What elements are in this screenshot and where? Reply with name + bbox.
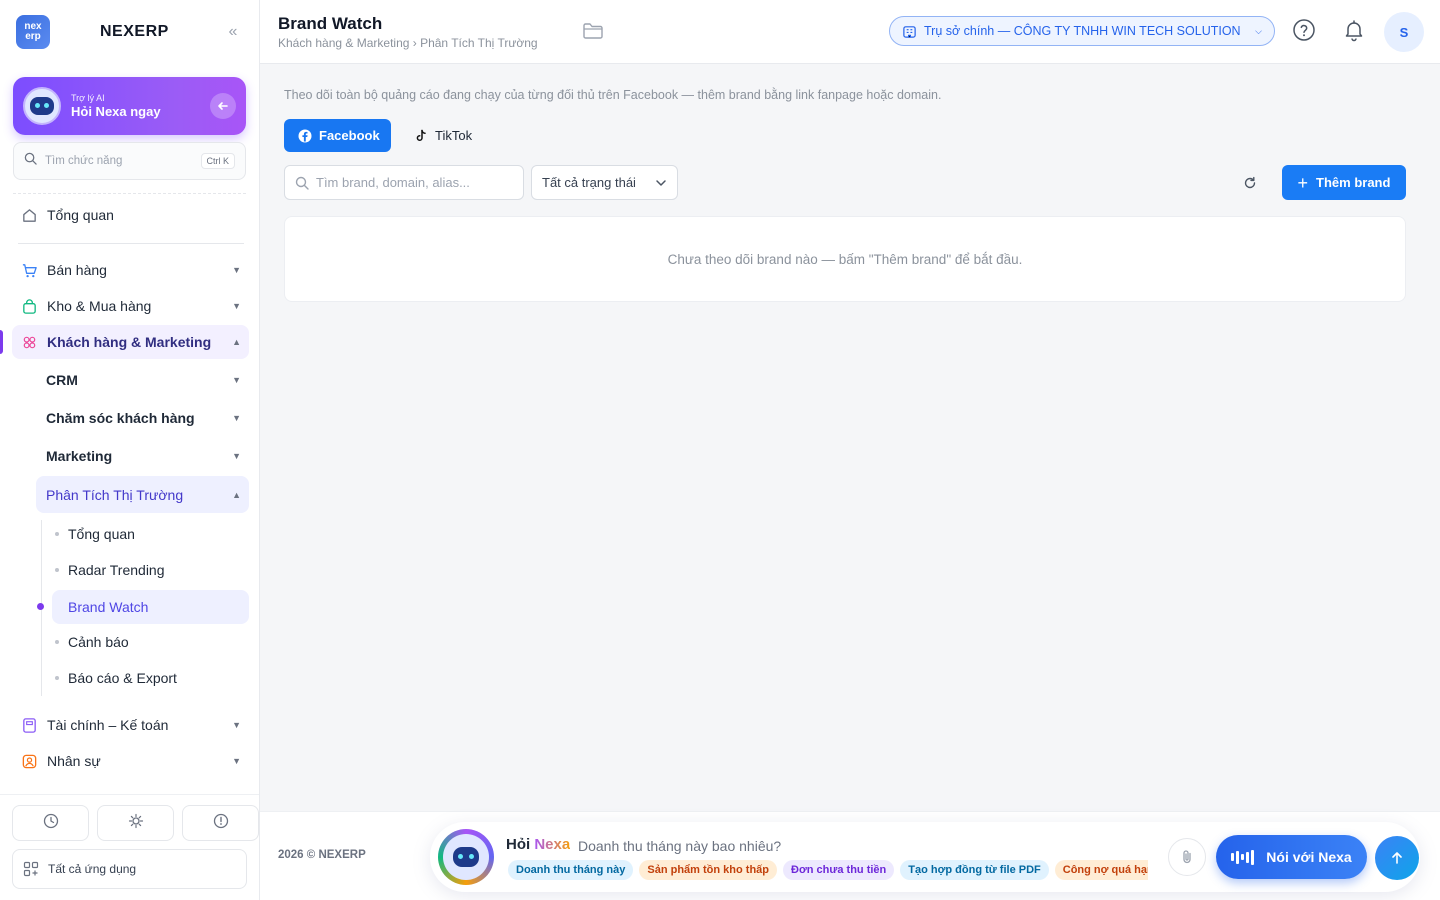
suggestion-chip[interactable]: Công nợ quá hạn <box>1054 860 1148 880</box>
ai-card-title: Hỏi Nexa ngay <box>71 104 161 119</box>
theme-button[interactable] <box>97 805 174 841</box>
sidebar-item-reports-export[interactable]: Báo cáo & Export <box>52 661 249 695</box>
page-title: Brand Watch <box>278 14 383 33</box>
sidebar-item-brand-watch[interactable]: Brand Watch <box>52 590 249 624</box>
sidebar-item-hr[interactable]: Nhân sự ▼ <box>12 744 249 778</box>
nexa-assistant-bar: Hỏi Nexa Doanh thu tháng này bao nhiêu? … <box>430 822 1420 892</box>
sidebar-item-sales[interactable]: Bán hàng ▼ <box>12 253 249 287</box>
nexa-question-input[interactable]: Doanh thu tháng này bao nhiêu? <box>578 838 781 854</box>
refresh-icon[interactable] <box>1240 173 1260 193</box>
empty-state-text: Chưa theo dõi brand nào — bấm "Thêm bran… <box>667 251 1023 267</box>
voice-wave-icon <box>1231 849 1256 865</box>
page-description: Theo dõi toàn bộ quảng cáo đang chạy của… <box>284 88 942 102</box>
sidebar-item-radar-trending[interactable]: Radar Trending <box>52 553 249 587</box>
folder-icon[interactable] <box>582 21 604 46</box>
history-button[interactable] <box>12 805 89 841</box>
function-search[interactable]: Tìm chức năng Ctrl K <box>13 142 246 180</box>
divider <box>13 193 246 194</box>
sidebar-item-customer-marketing[interactable]: Khách hàng & Marketing ▲ <box>12 325 249 359</box>
bell-icon[interactable] <box>1342 18 1368 44</box>
person-icon <box>20 752 38 770</box>
arrow-left-icon[interactable] <box>210 93 236 119</box>
plus-icon: + <box>1297 172 1309 193</box>
tiktok-icon <box>414 129 428 143</box>
sidebar-header: nex erp NEXERP « <box>0 0 259 64</box>
suggestion-chip[interactable]: Sản phẩm tồn kho thấp <box>639 860 778 880</box>
empty-state: Chưa theo dõi brand nào — bấm "Thêm bran… <box>284 216 1406 302</box>
suggestion-chip[interactable]: Đơn chưa thu tiền <box>783 860 895 880</box>
feedback-button[interactable] <box>182 805 259 841</box>
sidebar-item-customer-care[interactable]: Chăm sóc khách hàng ▼ <box>36 401 249 435</box>
alert-circle-icon <box>213 813 229 834</box>
brand-search-input[interactable] <box>316 175 506 190</box>
chevron-down-icon: ▼ <box>232 451 241 461</box>
suggestion-chip[interactable]: Tạo hợp đồng từ file PDF <box>900 860 1049 880</box>
ask-nexa-label: Hỏi Nexa <box>506 836 571 853</box>
sidebar-item-inventory[interactable]: Kho & Mua hàng ▼ <box>12 289 249 323</box>
users-icon <box>20 333 38 351</box>
sidebar-item-market-overview[interactable]: Tổng quan <box>52 517 249 551</box>
chevron-down-icon: ▼ <box>232 756 241 766</box>
home-icon <box>20 206 38 224</box>
search-icon <box>24 152 37 170</box>
clock-icon <box>43 813 59 834</box>
company-selector[interactable]: Trụ sở chính — CÔNG TY TNHH WIN TECH SOL… <box>889 16 1275 46</box>
divider <box>18 243 244 244</box>
bag-icon <box>20 297 38 315</box>
building-icon <box>902 24 917 39</box>
collapse-sidebar-icon[interactable]: « <box>223 23 243 41</box>
chevron-up-icon: ▲ <box>232 337 241 347</box>
facebook-icon <box>298 129 312 143</box>
grid-icon <box>23 861 39 877</box>
suggestion-chip[interactable]: Doanh thu tháng này <box>508 860 634 880</box>
suggestion-chips: Doanh thu tháng này Sản phẩm tồn kho thấp… <box>508 860 1148 882</box>
top-header: Brand Watch Khách hàng & Marketing › Phâ… <box>260 0 1440 64</box>
chevron-down-icon: ⌵ <box>1255 25 1262 36</box>
brand-name: NEXERP <box>100 23 169 40</box>
copyright: 2026 © NEXERP <box>278 849 366 861</box>
status-filter-select[interactable]: Tất cả trạng thái <box>531 165 678 200</box>
brand-search <box>284 165 524 200</box>
add-brand-button[interactable]: + Thêm brand <box>1282 165 1406 200</box>
active-indicator <box>0 330 3 354</box>
sun-icon <box>128 813 144 834</box>
chevron-down-icon: ▼ <box>232 720 241 730</box>
chevron-down-icon: ▼ <box>232 265 241 275</box>
chevron-down-icon <box>655 177 667 189</box>
robot-avatar-icon <box>23 87 61 125</box>
nexerp-logo[interactable]: nex erp <box>16 15 50 49</box>
cart-icon <box>20 261 38 279</box>
breadcrumb: Khách hàng & Marketing › Phân Tích Thị T… <box>278 36 538 50</box>
ai-card-subtitle: Trợ lý AI <box>71 93 105 103</box>
sidebar-item-alerts[interactable]: Cảnh báo <box>52 625 249 659</box>
calculator-icon <box>20 716 38 734</box>
sidebar-item-market-analysis[interactable]: Phân Tích Thị Trường ▲ <box>36 476 249 513</box>
sidebar-item-finance[interactable]: Tài chính – Kế toán ▼ <box>12 708 249 742</box>
chevron-down-icon: ▼ <box>232 375 241 385</box>
sidebar-item-crm[interactable]: CRM ▼ <box>36 363 249 397</box>
tab-tiktok[interactable]: TikTok <box>400 119 486 152</box>
help-icon[interactable] <box>1292 18 1318 44</box>
chevron-down-icon: ▼ <box>232 413 241 423</box>
sidebar-item-marketing[interactable]: Marketing ▼ <box>36 439 249 473</box>
chevron-up-icon: ▲ <box>232 489 241 500</box>
chevron-down-icon: ▼ <box>232 301 241 311</box>
user-avatar[interactable]: S <box>1384 12 1424 52</box>
sidebar-item-overview[interactable]: Tổng quan <box>12 198 249 232</box>
search-icon <box>295 176 309 190</box>
ask-nexa-card[interactable]: Trợ lý AI Hỏi Nexa ngay <box>13 77 246 135</box>
all-apps-button[interactable]: Tất cả ứng dụng <box>12 849 247 889</box>
current-page-dot <box>37 603 44 610</box>
talk-with-nexa-button[interactable]: Nói với Nexa <box>1216 835 1367 879</box>
footer: 2026 © NEXERP Hỏi Nexa Doanh thu tháng n… <box>260 811 1440 900</box>
sidebar: nex erp NEXERP « Trợ lý AI Hỏi Nexa ngay… <box>0 0 260 900</box>
function-search-placeholder: Tìm chức năng <box>45 155 123 167</box>
send-arrow-icon[interactable] <box>1375 836 1419 880</box>
nexa-avatar-icon[interactable] <box>438 829 494 885</box>
tab-facebook[interactable]: Facebook <box>284 119 391 152</box>
paperclip-icon[interactable] <box>1168 838 1206 876</box>
search-shortcut-badge: Ctrl K <box>200 153 235 169</box>
sidebar-footer: Tất cả ứng dụng <box>0 794 259 900</box>
